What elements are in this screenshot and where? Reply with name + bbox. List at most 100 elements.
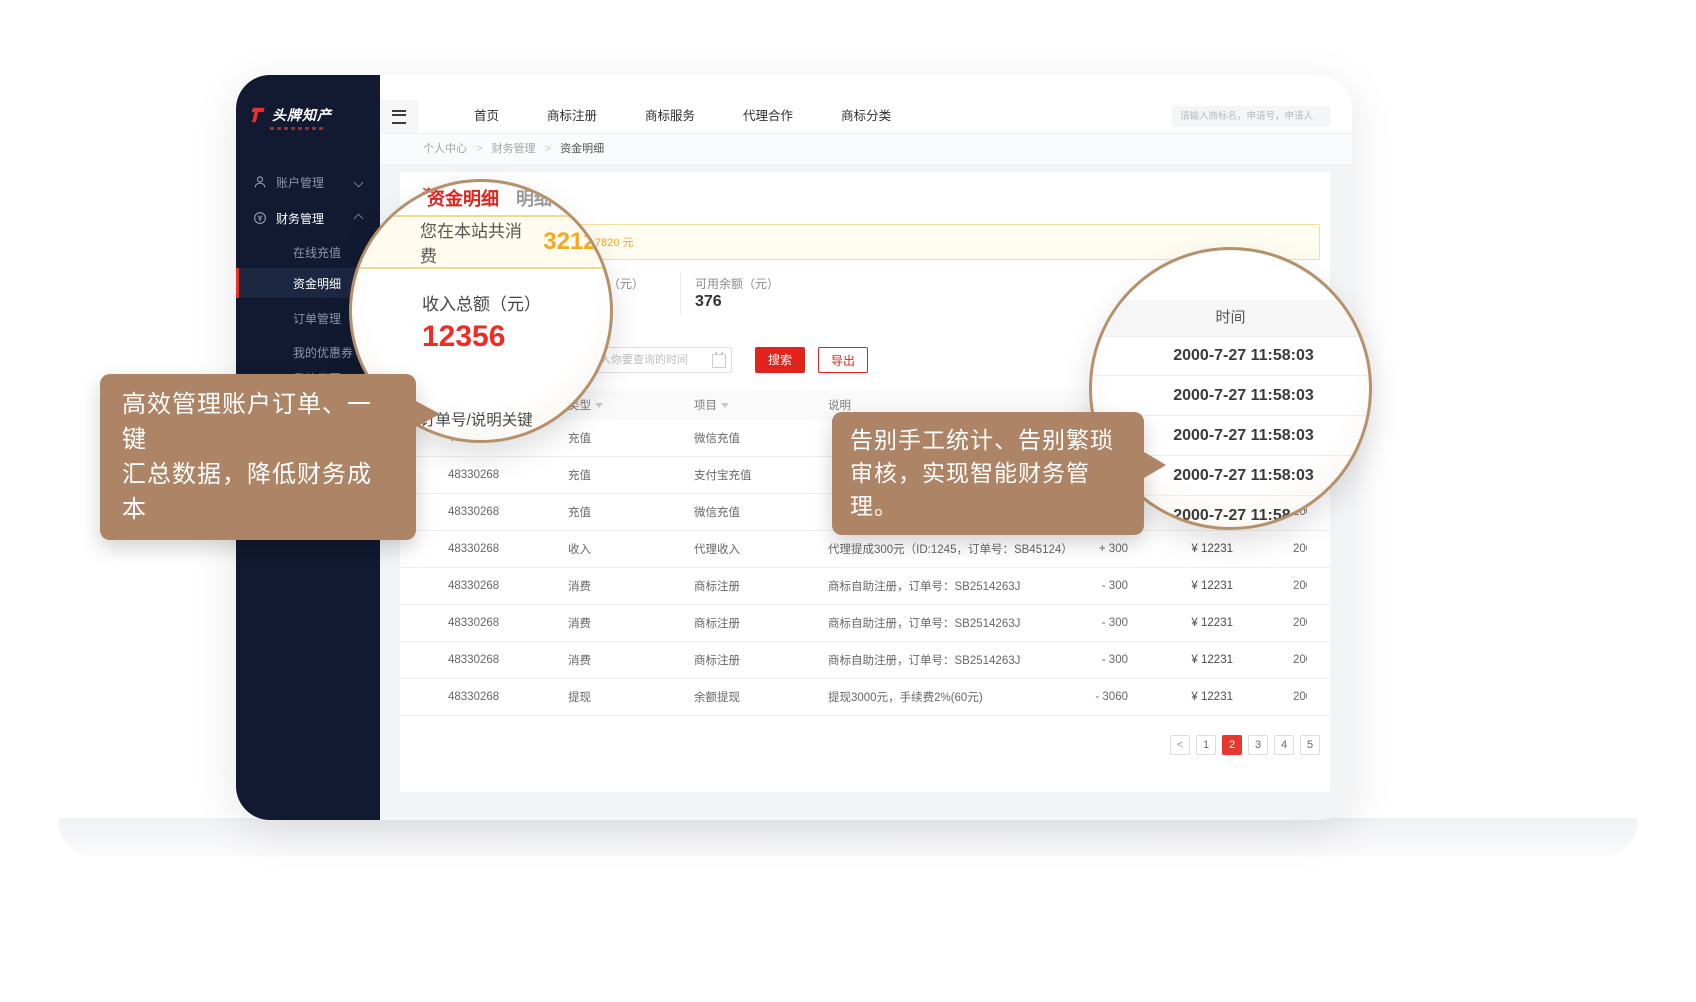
page: 头牌知产 账户管理 财务管理 在线充值 资金明细 (0, 0, 1696, 1002)
header-project[interactable]: 项目 (694, 397, 828, 413)
cell-desc: 商标自助注册，订单号：SB2514263J (828, 652, 1068, 668)
nav-item-trademark-register[interactable]: 商标注册 (523, 100, 621, 133)
magnified-consumption-banner: 您在本站共消费 32124 (352, 215, 610, 269)
chevron-down-icon (354, 177, 364, 187)
cell-order: 48330268 (448, 617, 568, 629)
sidebar-item-label: 我的优惠券 (293, 344, 353, 361)
cell-project: 代理收入 (694, 541, 828, 557)
cell-money: ¥ 12231 (1128, 691, 1233, 703)
magnified-banner-text: 您在本站共消费 (420, 217, 533, 267)
cell-project: 微信充值 (694, 504, 828, 520)
brand-subtext (270, 127, 326, 130)
finance-icon (253, 211, 267, 225)
cell-amount: + 300 (1068, 543, 1128, 555)
cell-type: 充值 (568, 504, 694, 520)
cell-type: 收入 (568, 541, 694, 557)
cell-project: 商标注册 (694, 652, 828, 668)
cell-order: 48330268 (448, 654, 568, 666)
magnified-time-value: 2000-7-27 11:58:03 (1092, 336, 1369, 376)
magnified-banner-number: 32124 (543, 228, 610, 256)
pagination-page-3[interactable]: 3 (1248, 735, 1268, 755)
breadcrumb-item[interactable]: 财务管理 (492, 143, 536, 155)
top-navigation: 首页 商标注册 商标服务 代理合作 商标分类 (380, 75, 1352, 134)
export-button[interactable]: 导出 (818, 347, 868, 373)
cell-project: 商标注册 (694, 615, 828, 631)
table-row: 48330268 消费 商标注册 商标自助注册，订单号：SB2514263J -… (400, 605, 1330, 642)
cell-project: 支付宝充值 (694, 467, 828, 483)
pagination-page-2-active[interactable]: 2 (1222, 735, 1242, 755)
table-row: 48330268 提现 余额提现 提现3000元，手续费2%(60元) - 30… (400, 679, 1330, 716)
nav-item-trademark-category[interactable]: 商标分类 (817, 100, 915, 133)
pagination-page-1[interactable]: 1 (1196, 735, 1216, 755)
magnified-time-value: 2000-7-27 11:58:03 (1092, 376, 1369, 416)
magnified-time-header: 时间 (1092, 300, 1369, 337)
magnified-tabs: 资金明细 明细 (427, 185, 552, 211)
cell-desc: 商标自助注册，订单号：SB2514263J (828, 615, 1068, 631)
brand-logo: 头牌知产 (250, 105, 332, 125)
brand-name: 头牌知产 (272, 105, 332, 125)
breadcrumb-separator: > (476, 143, 482, 155)
sidebar-item-label: 资金明细 (293, 275, 341, 292)
top-nav-tabs: 首页 商标注册 商标服务 代理合作 商标分类 (450, 100, 915, 133)
cell-money: ¥ 12231 (1128, 543, 1233, 555)
available-balance-label: 可用余额（元） (695, 275, 779, 292)
cell-desc: 代理提成300元（ID:1245，订单号：SB45124） (828, 541, 1068, 557)
cell-amount: - 300 (1068, 654, 1128, 666)
stats-divider (680, 272, 681, 316)
cell-type: 消费 (568, 615, 694, 631)
user-icon (253, 175, 267, 189)
callout-right: 告别手工统计、告别繁琐 审核，实现智能财务管 理。 (832, 412, 1144, 535)
table-row: 48330268 消费 商标注册 商标自助注册，订单号：SB2514263J -… (400, 568, 1330, 605)
breadcrumb: 个人中心 > 财务管理 > 资金明细 (380, 134, 1352, 165)
cell-project: 商标注册 (694, 578, 828, 594)
trademark-search-input[interactable] (1172, 106, 1330, 127)
sidebar-item-label: 账户管理 (276, 174, 324, 191)
cell-desc: 提现3000元，手续费2%(60元) (828, 689, 1068, 705)
callout-left: 高效管理账户订单、一键 汇总数据，降低财务成本 (100, 374, 416, 540)
nav-item-trademark-service[interactable]: 商标服务 (621, 100, 719, 133)
sidebar-item-label: 在线充值 (293, 244, 341, 261)
pagination-page-5[interactable]: 5 (1300, 735, 1320, 755)
cell-desc: 商标自助注册，订单号：SB2514263J (828, 578, 1068, 594)
pagination-page-4[interactable]: 4 (1274, 735, 1294, 755)
breadcrumb-current: 资金明细 (560, 143, 604, 155)
cell-time: 2000-7-27 11:58:03 (1293, 617, 1307, 629)
expense-total-label: （元） (608, 275, 644, 292)
header-type[interactable]: 类型 (568, 397, 694, 413)
header-desc: 说明 (828, 397, 1068, 413)
cell-type: 充值 (568, 430, 694, 446)
sidebar-item-label: 订单管理 (293, 310, 341, 327)
sidebar-item-label: 财务管理 (276, 210, 324, 227)
cell-project: 微信充值 (694, 430, 828, 446)
cell-type: 消费 (568, 652, 694, 668)
pagination-prev[interactable]: < (1170, 735, 1190, 755)
table-row: 48330268 消费 商标注册 商标自助注册，订单号：SB2514263J -… (400, 642, 1330, 679)
breadcrumb-item[interactable]: 个人中心 (423, 143, 467, 155)
pagination: < 1 2 3 4 5 (1170, 735, 1320, 755)
sidebar-item-account[interactable]: 账户管理 (236, 167, 380, 197)
cell-order: 48330268 (448, 543, 568, 555)
magnified-tab-inactive: 明细 (516, 189, 552, 209)
nav-item-agent-cooperation[interactable]: 代理合作 (719, 100, 817, 133)
cell-order: 48330268 (448, 691, 568, 703)
cell-type: 充值 (568, 467, 694, 483)
menu-icon[interactable] (380, 100, 418, 133)
cell-type: 提现 (568, 689, 694, 705)
magnified-tab-active: 资金明细 (427, 189, 499, 209)
search-button[interactable]: 搜索 (755, 347, 805, 373)
laptop-base (58, 818, 1638, 856)
cell-money: ¥ 12231 (1128, 617, 1233, 629)
available-balance-value: 376 (695, 293, 722, 311)
sort-caret-icon (595, 403, 603, 408)
cell-order: 48330268 (448, 506, 568, 518)
cell-amount: - 3060 (1068, 691, 1128, 703)
cell-amount: - 300 (1068, 580, 1128, 592)
cell-type: 消费 (568, 578, 694, 594)
nav-item-home[interactable]: 首页 (450, 100, 523, 133)
calendar-icon[interactable] (712, 354, 726, 368)
cell-project: 余额提现 (694, 689, 828, 705)
cell-time: 2000-7-27 11:58:03 (1293, 543, 1307, 555)
sort-caret-icon (721, 403, 729, 408)
cell-time: 2000-7-27 11:58:03 (1293, 580, 1307, 592)
cell-order: 48330268 (448, 580, 568, 592)
